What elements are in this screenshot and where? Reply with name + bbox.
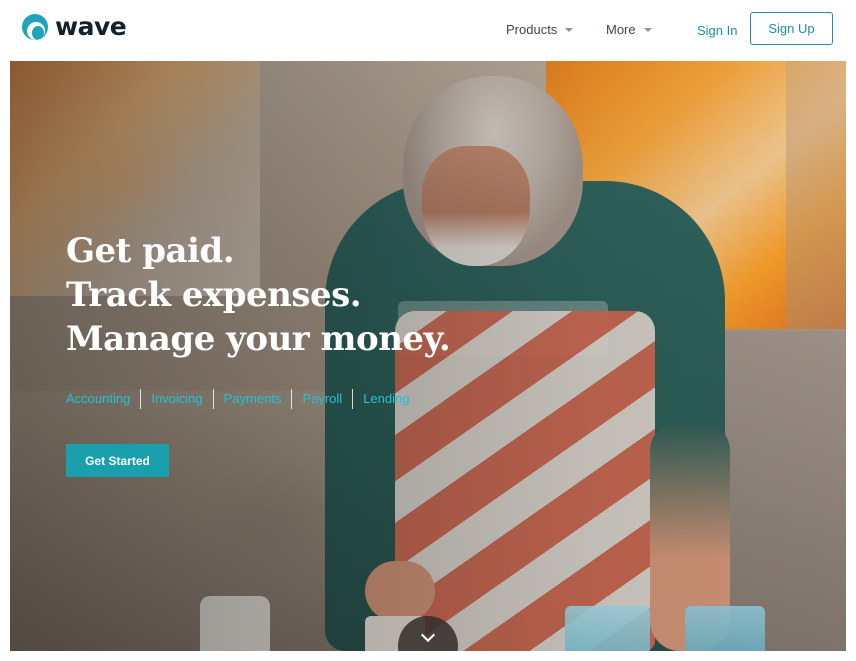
hero-section: Get paid. Track expenses. Manage your mo… [10, 61, 846, 651]
chevron-down-icon [643, 27, 652, 32]
service-link-payroll[interactable]: Payroll [291, 389, 352, 409]
brand-name: wave [55, 12, 127, 41]
chevron-down-icon [565, 27, 574, 32]
service-link-lending[interactable]: Lending [352, 389, 419, 409]
products-label: Products [506, 22, 558, 37]
service-links: Accounting Invoicing Payments Payroll Le… [66, 389, 419, 409]
wave-logo-icon [22, 14, 48, 40]
hero-headline: Get paid. Track expenses. Manage your mo… [66, 229, 451, 361]
headline-line: Get paid. [66, 231, 235, 271]
sign-up-button[interactable]: Sign Up [750, 12, 833, 45]
products-menu[interactable]: Products [506, 22, 574, 37]
headline-line: Manage your money. [66, 319, 451, 359]
get-started-button[interactable]: Get Started [66, 444, 169, 477]
headline-line: Track expenses. [66, 275, 362, 315]
top-navigation: wave Products More Sign In Sign Up [0, 0, 856, 61]
chevron-down-icon [420, 627, 436, 643]
wave-logo[interactable]: wave [22, 12, 127, 41]
service-link-accounting[interactable]: Accounting [66, 389, 140, 409]
more-menu[interactable]: More [606, 22, 652, 37]
service-link-invoicing[interactable]: Invoicing [140, 389, 212, 409]
service-link-payments[interactable]: Payments [212, 389, 292, 409]
sign-in-link[interactable]: Sign In [697, 23, 737, 38]
more-label: More [606, 22, 636, 37]
